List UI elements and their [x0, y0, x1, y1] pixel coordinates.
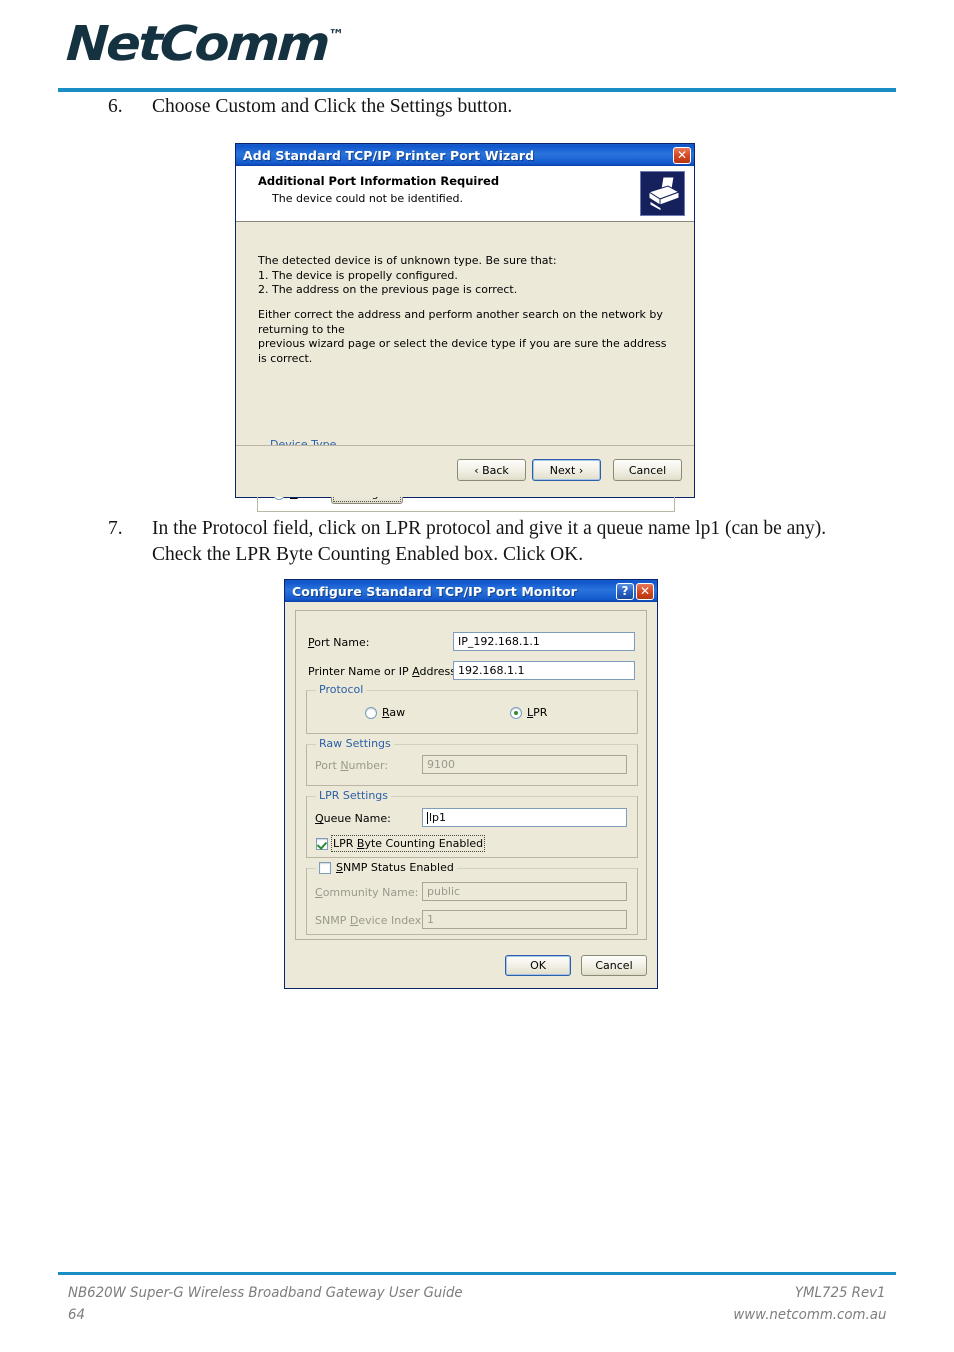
footer-page-number: 64	[68, 1307, 85, 1323]
queue-name-label: Queue Name:	[315, 812, 391, 825]
next-button[interactable]: Next ›	[532, 459, 601, 481]
logo-wordmark: NetComm	[64, 16, 330, 72]
lpr-byte-counting-label: LPR Byte Counting Enabled	[330, 835, 486, 852]
radio-lpr-indicator[interactable]	[510, 706, 522, 719]
port-number-label: Port Number:	[315, 759, 389, 772]
radio-raw-indicator[interactable]	[365, 706, 377, 719]
add-printer-port-wizard-dialog: Add Standard TCP/IP Printer Port Wizard …	[235, 143, 695, 512]
lpr-settings-group: LPR Settings Queue Name: lp1 LPR Byte Co…	[306, 789, 638, 858]
wizard-heading: Additional Port Information Required	[258, 174, 500, 188]
netcomm-logo: NetComm™	[65, 16, 345, 72]
wizard-titlebar: Add Standard TCP/IP Printer Port Wizard …	[236, 144, 694, 166]
community-name-label: Community Name:	[315, 886, 419, 899]
footer-url: www.netcomm.com.au	[732, 1307, 886, 1323]
wizard-body: The detected device is of unknown type. …	[236, 222, 694, 512]
logo-trademark-symbol: ™	[327, 26, 345, 44]
port-name-label: Port Name:	[308, 636, 370, 649]
ok-button[interactable]: OK	[505, 955, 571, 976]
community-name-input: public	[422, 882, 627, 901]
queue-name-input[interactable]: lp1	[422, 808, 627, 827]
snmp-status-checkbox[interactable]	[319, 861, 331, 874]
raw-settings-group-label: Raw Settings	[316, 737, 394, 750]
page-header: NetComm™	[0, 0, 954, 92]
printer-icon-glyph	[647, 176, 681, 212]
radio-lpr[interactable]: LPR	[510, 706, 547, 719]
close-icon[interactable]: ✕	[673, 146, 691, 164]
protocol-group-label: Protocol	[316, 683, 367, 696]
footer-divider	[58, 1272, 896, 1275]
queue-name-value: lp1	[429, 811, 447, 824]
radio-raw-label: Raw	[382, 706, 406, 719]
wizard-paragraph-1: The detected device is of unknown type. …	[258, 254, 678, 298]
snmp-device-index-label: SNMP Device Index:	[315, 914, 425, 927]
port-dialog-title: Configure Standard TCP/IP Port Monitor	[292, 583, 577, 599]
printer-name-label: Printer Name or IP Address:	[308, 665, 460, 678]
printer-icon	[640, 171, 685, 216]
cancel-button[interactable]: Cancel	[613, 459, 682, 481]
footer-guide-title: NB620W Super-G Wireless Broadband Gatewa…	[68, 1285, 463, 1301]
snmp-status-label: SNMP Status Enabled	[336, 861, 454, 874]
protocol-group: Protocol Raw LPR	[306, 683, 638, 734]
wizard-para2-line1: Either correct the address and perform a…	[258, 308, 663, 336]
wizard-subheading: The device could not be identified.	[272, 192, 463, 205]
text-caret	[427, 811, 428, 824]
wizard-title: Add Standard TCP/IP Printer Port Wizard	[243, 147, 535, 163]
lpr-byte-counting-checkbox-row[interactable]: LPR Byte Counting Enabled	[316, 835, 486, 852]
header-divider	[58, 88, 896, 92]
help-icon[interactable]: ?	[616, 582, 634, 600]
wizard-para1-line3: 2. The address on the previous page is c…	[258, 283, 518, 296]
footer-revision: YML725 Rev1	[795, 1285, 886, 1301]
radio-lpr-label: LPR	[527, 706, 548, 719]
lpr-byte-counting-checkbox[interactable]	[316, 837, 328, 850]
snmp-group: SNMP Status Enabled Community Name: publ…	[306, 861, 638, 935]
wizard-para1-line1: The detected device is of unknown type. …	[258, 254, 557, 267]
port-name-input[interactable]: IP_192.168.1.1	[453, 632, 635, 651]
step-7-text: In the Protocol field, click on LPR prot…	[152, 518, 827, 565]
radio-raw[interactable]: Raw	[365, 706, 405, 719]
configure-port-monitor-dialog: Configure Standard TCP/IP Port Monitor ?…	[284, 579, 658, 989]
close-icon[interactable]: ✕	[636, 582, 654, 600]
wizard-paragraph-2: Either correct the address and perform a…	[258, 308, 678, 366]
cancel-button[interactable]: Cancel	[581, 955, 647, 976]
port-settings-panel: Port Name: IP_192.168.1.1 Printer Name o…	[295, 610, 647, 940]
step-6-number: 6.	[108, 96, 123, 117]
wizard-header-band: Additional Port Information Required The…	[236, 166, 694, 222]
step-7-number: 7.	[108, 518, 123, 539]
snmp-status-checkbox-row[interactable]: SNMP Status Enabled	[316, 861, 457, 874]
wizard-para2-line2: previous wizard page or select the devic…	[258, 337, 667, 365]
wizard-para1-line2: 1. The device is propelly configured.	[258, 268, 458, 282]
step-6-text: Choose Custom and Click the Settings but…	[152, 96, 513, 117]
printer-name-input[interactable]: 192.168.1.1	[453, 661, 635, 680]
port-number-input: 9100	[422, 755, 627, 774]
snmp-device-index-input: 1	[422, 910, 627, 929]
port-titlebar: Configure Standard TCP/IP Port Monitor ?…	[285, 580, 657, 602]
raw-settings-group: Raw Settings Port Number: 9100	[306, 737, 638, 786]
back-button[interactable]: ‹ Back	[457, 459, 526, 481]
lpr-settings-group-label: LPR Settings	[316, 789, 392, 802]
wizard-footer: ‹ Back Next › Cancel	[236, 445, 694, 497]
